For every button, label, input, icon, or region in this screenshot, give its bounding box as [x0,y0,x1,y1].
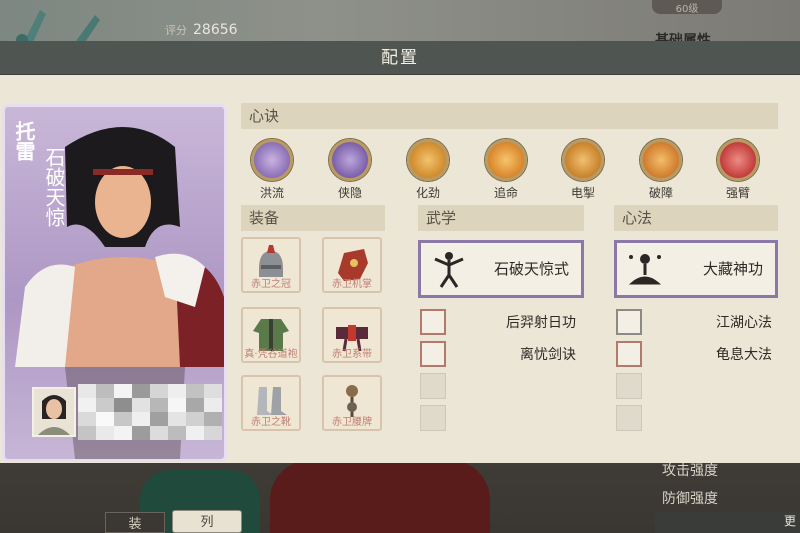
defense-strength-label: 防御强度 [662,491,718,507]
skill-qiangbi[interactable]: 强臂 [708,139,768,201]
martial-pose-icon [434,252,464,288]
heart-method-main-name: 大藏神功 [702,260,763,278]
equipment-slot-boots[interactable]: 赤卫之靴 [241,375,301,431]
martial-arts-main-slot[interactable]: 石破天惊式 [418,240,584,298]
score-value: 28656 [193,22,238,38]
equipment-slot-belt[interactable]: 赤卫系带 [322,307,382,363]
cloud-icon [329,139,371,181]
arm-icon [717,139,759,181]
skill-dianche[interactable]: 电掣 [553,139,613,201]
dash-icon [485,139,527,181]
skill-label: 追命 [493,186,518,200]
avatar[interactable] [32,387,76,437]
martial-arts-sub-name: 离忧剑诀 [520,347,576,363]
martial-arts-empty-slot[interactable] [420,373,446,399]
fist-icon [640,139,682,181]
attack-strength-label: 攻击强度 [662,463,718,479]
panel-title: 配置 [381,48,419,68]
character-card[interactable]: 托雷 石破天惊 [2,104,227,462]
character-title-tag: 托雷 [12,121,36,161]
section-martial-arts-heading: 武学 [418,205,584,231]
level-badge: 60级 [652,0,722,15]
section-xinjue-heading: 心诀 [241,103,778,129]
archer-pose-icon [420,309,446,335]
martial-arts-empty-slot[interactable] [420,405,446,431]
turtle-icon [616,341,642,367]
player-name-mosaic [78,384,222,440]
equipment-label: 真·凭谷道袍 [244,349,298,360]
equipment-slot-robe[interactable]: 真·凭谷道袍 [241,307,301,363]
sword-pose-icon [420,341,446,367]
heart-method-main-slot[interactable]: 大藏神功 [614,240,778,298]
equipment-label: 赤卫系带 [332,349,372,360]
score-label: 评分 [165,24,187,37]
background-figure-red [270,460,490,533]
skill-label: 洪流 [259,186,284,200]
equipment-slot-gauntlet[interactable]: 赤卫机掌 [322,237,382,293]
heart-method-sub-name: 龟息大法 [716,347,772,363]
skill-xiayin[interactable]: 侠隐 [320,139,380,201]
flame-icon [616,309,642,335]
panel-header: 配置 [0,41,800,75]
bottom-tab-equip[interactable]: 装 [105,512,165,533]
equipment-slot-helmet[interactable]: 赤卫之冠 [241,237,301,293]
martial-arts-sub-1[interactable]: 后羿射日功 [420,309,576,335]
equipment-slot-pendant[interactable]: 赤卫腰牌 [322,375,382,431]
skill-huajin[interactable]: 化劲 [398,139,458,201]
equipment-label: 赤卫之冠 [251,279,291,290]
skill-zhuiming[interactable]: 追命 [476,139,536,201]
skill-label: 化劲 [415,186,440,200]
skill-honglui[interactable]: 洪流 [242,139,302,201]
skill-pozhang[interactable]: 破障 [631,139,691,201]
section-equipment-heading: 装备 [241,205,385,231]
lightning-icon [562,139,604,181]
meditation-icon [628,254,662,285]
skill-label: 侠隐 [337,186,362,200]
avatar-portrait-icon [38,395,70,435]
section-heart-method-heading: 心法 [614,205,778,231]
skill-label: 破障 [648,186,673,200]
score-display: 评分 28656 [165,22,238,38]
heart-method-sub-2[interactable]: 龟息大法 [616,341,772,367]
palm-icon [407,139,449,181]
heart-method-sub-name: 江湖心法 [716,315,772,331]
martial-arts-main-name: 石破天惊式 [493,260,569,278]
config-panel: 配置 托雷 石破天惊 心诀 装备 武学 心法 洪流 侠隐 化劲 追命 电掣 破障… [0,41,800,463]
martial-arts-sub-2[interactable]: 离忧剑诀 [420,341,576,367]
bottom-more-button[interactable]: 更 [655,512,800,533]
swirl-icon [251,139,293,181]
martial-arts-sub-name: 后羿射日功 [506,315,576,331]
skill-label: 强臂 [725,186,750,200]
heart-method-empty-slot[interactable] [616,373,642,399]
heart-method-sub-1[interactable]: 江湖心法 [616,309,772,335]
character-name: 石破天惊 [42,147,66,227]
equipment-label: 赤卫机掌 [332,279,372,290]
bottom-tab-list[interactable]: 列 [172,510,242,533]
equipment-label: 赤卫之靴 [251,417,291,428]
equipment-label: 赤卫腰牌 [332,417,372,428]
heart-method-empty-slot[interactable] [616,405,642,431]
skill-label: 电掣 [570,186,595,200]
